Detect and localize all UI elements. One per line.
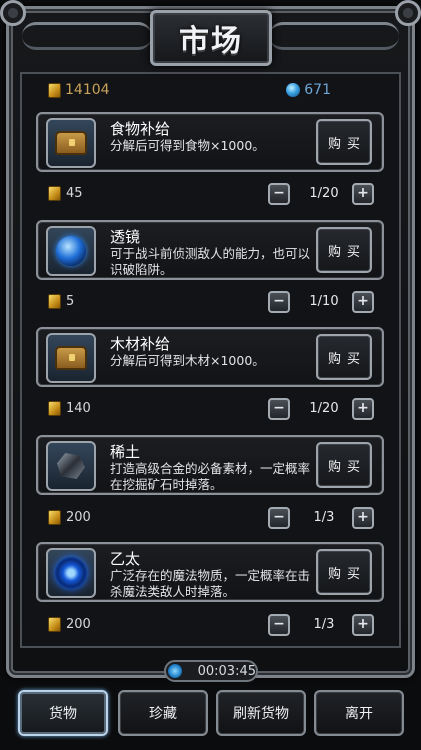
quantity-display: 1/20 [309, 186, 339, 201]
gold-coin-icon [48, 617, 61, 632]
gem-amount: 671 [304, 82, 331, 98]
item-price: 140 [48, 401, 91, 416]
gold-coin-icon [48, 186, 61, 201]
leave-button[interactable]: 离开 [314, 690, 404, 736]
increase-quantity-button[interactable]: + [352, 291, 374, 313]
bottom-tab-bar: 货物 珍藏 刷新货物 离开 [14, 690, 409, 738]
increase-quantity-button[interactable]: + [352, 507, 374, 529]
increase-quantity-button[interactable]: + [352, 614, 374, 636]
treasure-chest-icon [55, 131, 87, 155]
gold-coin-icon [48, 510, 61, 525]
buy-button[interactable]: 购买 [316, 119, 372, 165]
decrease-quantity-button[interactable]: − [268, 291, 290, 313]
price-row: 5 − 1/10 + [36, 291, 384, 315]
dark-ore-icon [57, 453, 85, 479]
item-icon-frame [46, 333, 96, 383]
tab-goods[interactable]: 货物 [18, 690, 108, 736]
price-row: 200 − 1/3 + [36, 507, 384, 531]
buy-button[interactable]: 购买 [316, 549, 372, 595]
increase-quantity-button[interactable]: + [352, 398, 374, 420]
gold-amount: 14104 [65, 82, 110, 98]
item-price: 45 [48, 186, 83, 201]
refresh-timer: 00:03:45 [164, 660, 258, 682]
quantity-display: 1/3 [313, 510, 335, 525]
item-name: 木材补给 [110, 335, 171, 353]
gold-coin-icon [48, 401, 61, 416]
price-row: 140 − 1/20 + [36, 398, 384, 422]
blue-gem-icon [286, 83, 301, 97]
item-icon-frame [46, 226, 96, 276]
decrease-quantity-button[interactable]: − [268, 398, 290, 420]
shop-item: 食物补给 分解后可得到食物×1000。 购买 [36, 112, 384, 172]
buy-button[interactable]: 购买 [316, 334, 372, 380]
treasure-chest-icon [55, 346, 87, 370]
price-row: 200 − 1/3 + [36, 614, 384, 638]
frame-ornament-right [269, 22, 399, 50]
gem-counter: 671 [286, 82, 331, 98]
timer-text: 00:03:45 [197, 663, 256, 679]
tab-treasures[interactable]: 珍藏 [118, 690, 208, 736]
item-description: 打造高级合金的必备素材，一定概率在挖掘矿石时掉落。 [110, 461, 311, 492]
shop-item: 乙太 广泛存在的魔法物质，一定概率在击杀魔法类敌人时掉落。 购买 [36, 542, 384, 602]
gold-counter: 14104 [48, 82, 110, 98]
page-title: 市场 [179, 24, 243, 59]
item-icon-frame [46, 118, 96, 168]
ether-orb-icon [55, 557, 87, 589]
item-description: 分解后可得到木材×1000。 [110, 353, 265, 368]
decrease-quantity-button[interactable]: − [268, 507, 290, 529]
item-description: 分解后可得到食物×1000。 [110, 138, 265, 153]
gold-coin-icon [48, 82, 61, 98]
item-name: 乙太 [110, 550, 141, 568]
item-description: 可于战斗前侦测敌人的能力，也可以识破陷阱。 [110, 246, 311, 277]
blue-lens-orb-icon [56, 236, 86, 266]
frame-ornament-left [22, 22, 152, 50]
increase-quantity-button[interactable]: + [352, 183, 374, 205]
gold-coin-icon [48, 294, 61, 309]
item-name: 食物补给 [110, 120, 171, 138]
decrease-quantity-button[interactable]: − [268, 183, 290, 205]
shop-item: 木材补给 分解后可得到木材×1000。 购买 [36, 327, 384, 387]
currency-bar: 14104 671 [38, 80, 383, 104]
item-price: 200 [48, 510, 91, 525]
price-row: 45 − 1/20 + [36, 183, 384, 207]
corner-ornament-icon [0, 0, 26, 26]
quantity-display: 1/20 [309, 401, 339, 416]
item-icon-frame [46, 548, 96, 598]
buy-button[interactable]: 购买 [316, 227, 372, 273]
buy-button[interactable]: 购买 [316, 442, 372, 488]
item-icon-frame [46, 441, 96, 491]
refresh-goods-button[interactable]: 刷新货物 [216, 690, 306, 736]
item-description: 广泛存在的魔法物质，一定概率在击杀魔法类敌人时掉落。 [110, 568, 311, 599]
corner-ornament-icon [395, 0, 421, 26]
timer-orb-icon [168, 664, 182, 678]
item-price: 200 [48, 617, 91, 632]
quantity-display: 1/3 [313, 617, 335, 632]
title-plate: 市场 [150, 10, 272, 66]
item-name: 稀土 [110, 443, 141, 461]
shop-item: 透镜 可于战斗前侦测敌人的能力，也可以识破陷阱。 购买 [36, 220, 384, 280]
shop-item: 稀土 打造高级合金的必备素材，一定概率在挖掘矿石时掉落。 购买 [36, 435, 384, 495]
quantity-display: 1/10 [309, 294, 339, 309]
decrease-quantity-button[interactable]: − [268, 614, 290, 636]
item-name: 透镜 [110, 228, 141, 246]
item-price: 5 [48, 294, 74, 309]
